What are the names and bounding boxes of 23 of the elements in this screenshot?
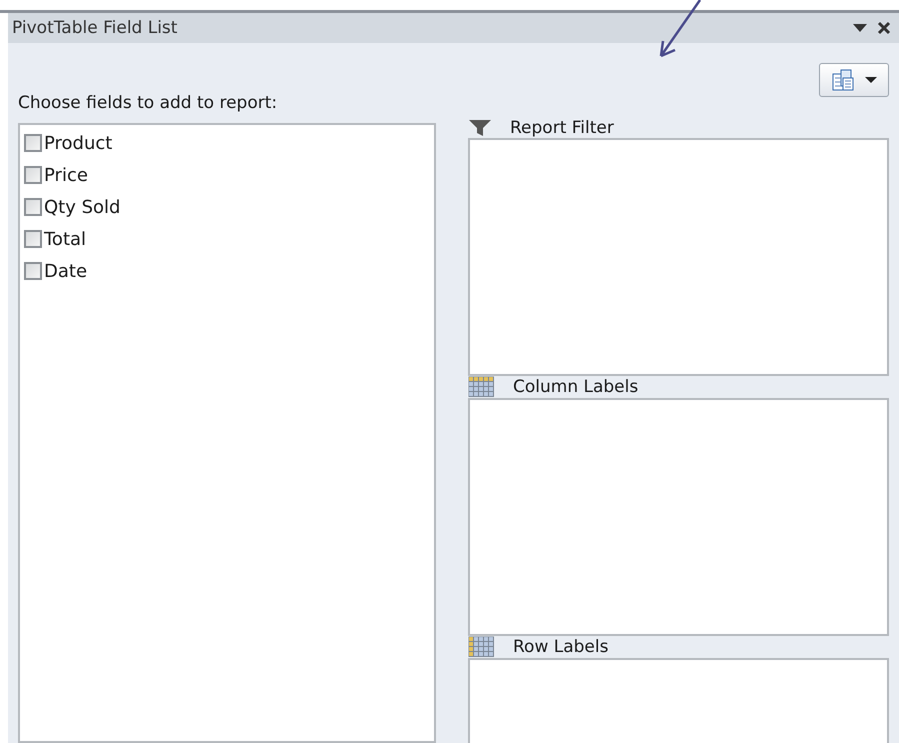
close-icon[interactable] — [877, 21, 891, 35]
checkbox[interactable] — [24, 134, 42, 152]
grid-icon — [468, 636, 495, 658]
field-label[interactable]: Price — [44, 164, 88, 186]
field-label[interactable]: Date — [44, 260, 88, 282]
area-label: Report Filter — [510, 118, 614, 138]
drop-area[interactable] — [468, 138, 889, 376]
drop-area[interactable] — [468, 398, 889, 636]
grid-icon — [468, 376, 495, 398]
window-title: PivotTable Field List — [12, 18, 178, 38]
dropdown-icon[interactable] — [853, 23, 867, 33]
checkbox[interactable] — [24, 262, 42, 280]
checkbox[interactable] — [24, 230, 42, 248]
area-label: Column Labels — [513, 377, 638, 397]
layout-button[interactable] — [819, 63, 889, 97]
field-label[interactable]: Total — [44, 228, 86, 250]
caret-icon — [865, 76, 877, 84]
checkbox[interactable] — [24, 198, 42, 216]
field-label[interactable]: Qty Sold — [44, 196, 120, 218]
checkbox[interactable] — [24, 166, 42, 184]
area-label: Row Labels — [513, 637, 608, 657]
prompt-text: Choose fields to add to report: — [18, 93, 278, 113]
field-label[interactable]: Product — [44, 132, 112, 154]
